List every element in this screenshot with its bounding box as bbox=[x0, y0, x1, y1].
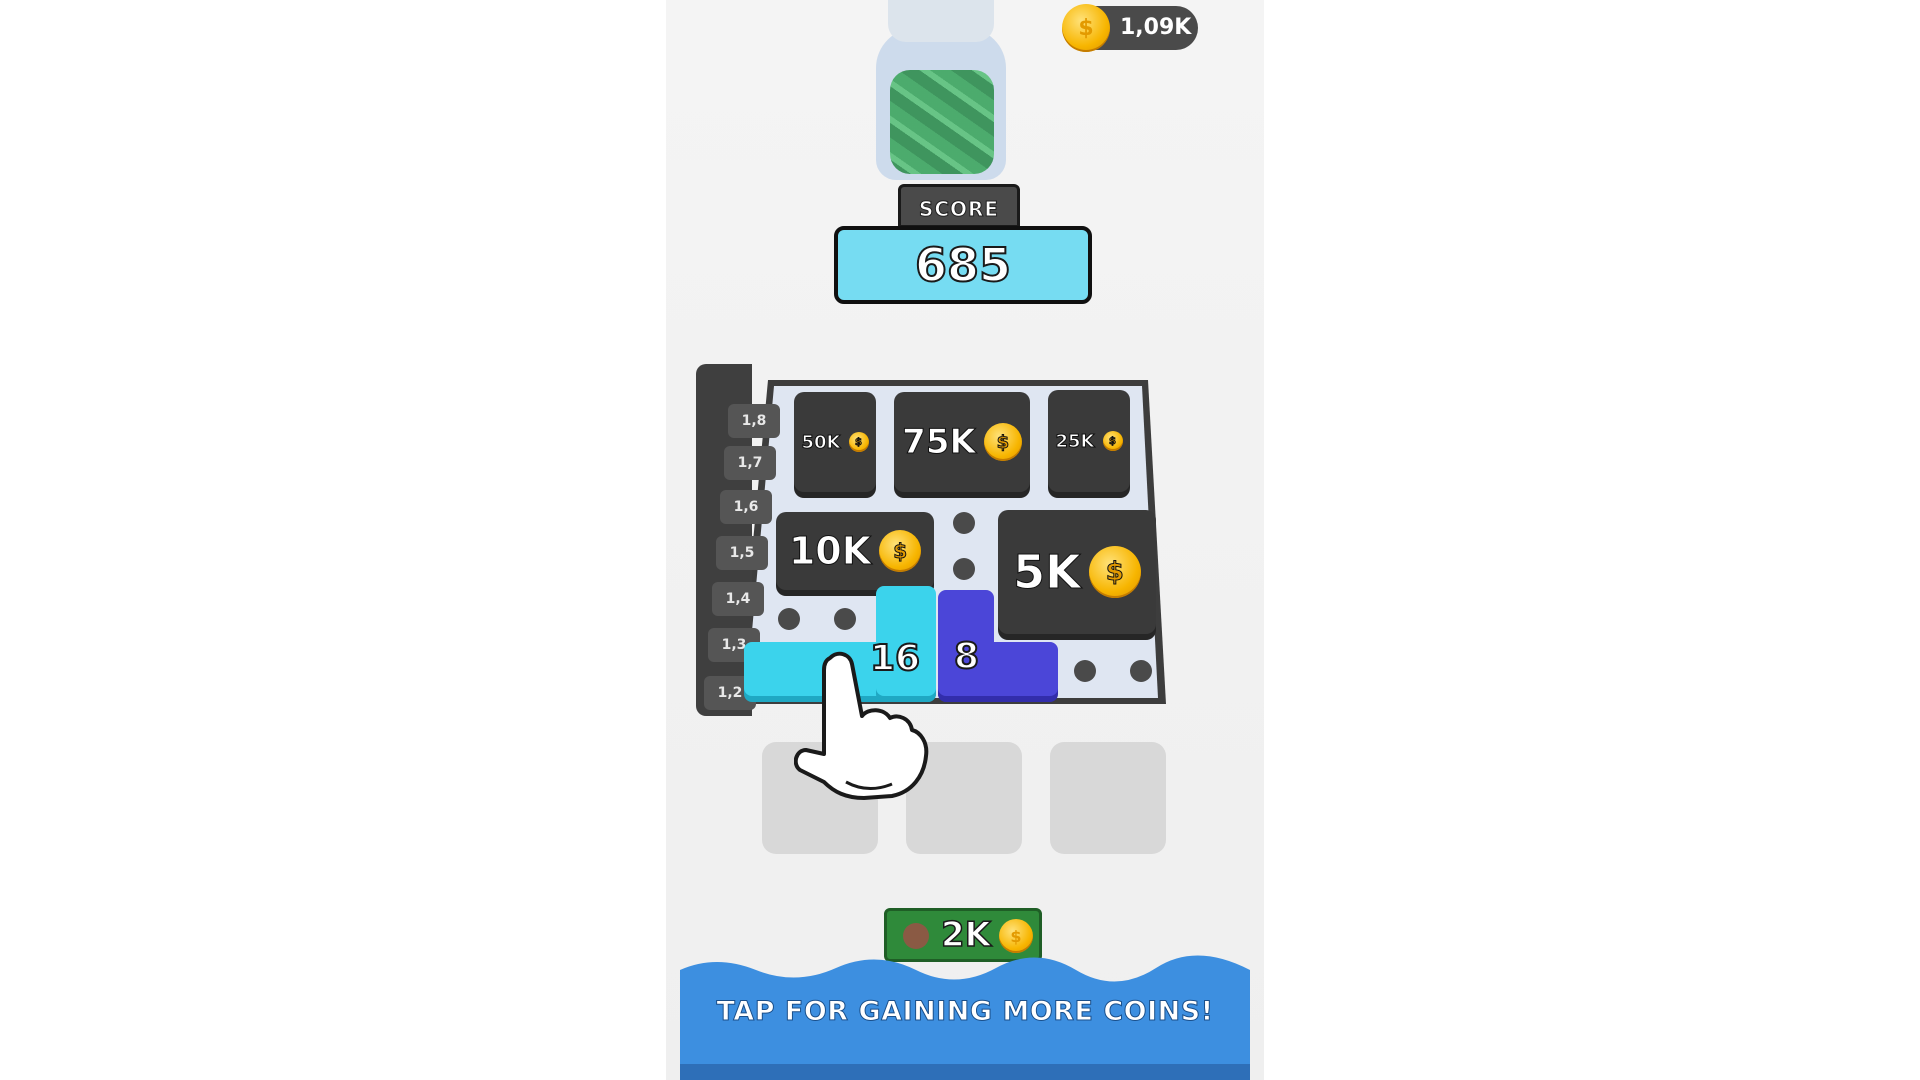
block-value: 8 bbox=[953, 635, 980, 678]
empty-cell bbox=[1130, 660, 1152, 682]
reward-tile: 75K $ bbox=[894, 392, 1030, 492]
reward-value: 25K bbox=[1055, 430, 1095, 452]
reward-tile: 50K $ bbox=[794, 392, 876, 492]
cash-stack bbox=[890, 70, 994, 174]
score-value: 685 bbox=[834, 226, 1092, 304]
score-label: SCORE bbox=[898, 184, 1020, 228]
coin-counter: $ 1,09K bbox=[1062, 4, 1198, 52]
multiplier: 1,8 bbox=[728, 404, 780, 438]
reward-value: 75K bbox=[902, 422, 977, 463]
reward-tile: 10K $ bbox=[776, 512, 934, 590]
multiplier: 1,5 bbox=[716, 536, 768, 570]
coin-icon: $ bbox=[879, 530, 922, 572]
piece-slot[interactable] bbox=[1050, 742, 1166, 854]
game-screen: $ 1,09K SCORE 685 1,2 1,3 1,4 1,5 1,6 1,… bbox=[666, 0, 1264, 1080]
reward-value: 10K bbox=[788, 529, 872, 574]
coin-icon: $ bbox=[983, 423, 1022, 461]
multiplier: 1,7 bbox=[724, 446, 776, 480]
coin-icon: $ bbox=[1102, 431, 1123, 451]
coin-icon: $ bbox=[1088, 546, 1141, 598]
banner-text: TAP FOR GAINING MORE COINS! bbox=[716, 996, 1214, 1028]
coin-icon: $ bbox=[848, 432, 869, 452]
empty-cell bbox=[953, 512, 975, 534]
tutorial-hand-icon bbox=[794, 651, 929, 800]
coin-icon: $ bbox=[1062, 4, 1110, 52]
empty-cell bbox=[953, 558, 975, 580]
empty-cell bbox=[1074, 660, 1096, 682]
multiplier: 1,6 bbox=[720, 490, 772, 524]
reward-value: 50K bbox=[801, 431, 841, 453]
block-blue[interactable]: 8 bbox=[938, 590, 1060, 698]
jar-lid bbox=[888, 0, 994, 42]
reward-tile: 25K $ bbox=[1048, 390, 1130, 492]
coin-counter-value: 1,09K bbox=[1120, 15, 1192, 40]
